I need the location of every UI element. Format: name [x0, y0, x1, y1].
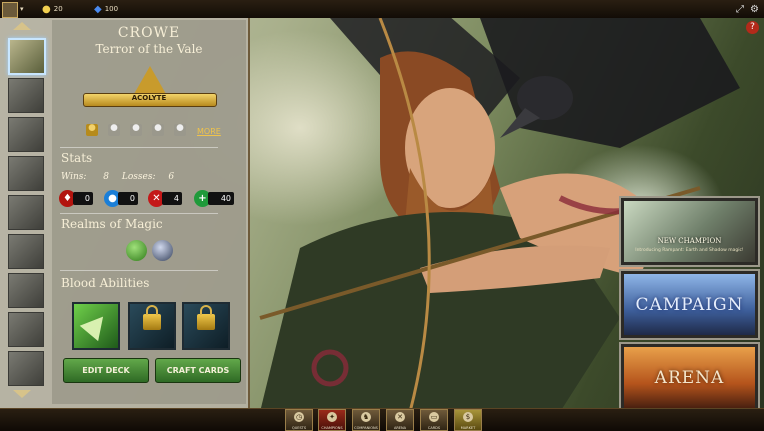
- nav-champions[interactable]: ✦ CHAMPIONS: [318, 409, 346, 431]
- nav-market[interactable]: $ MARKET: [454, 409, 482, 431]
- ability-slot-locked[interactable]: [182, 302, 230, 350]
- top-bar: ▾ ● 20 ◆ 100 ⤢ ⚙: [0, 0, 764, 19]
- rank-pip-icon: [130, 124, 142, 136]
- champion-thumb[interactable]: [8, 117, 44, 152]
- nav-cards[interactable]: ▭ CARDS: [420, 409, 448, 431]
- craft-cards-button[interactable]: CRAFT CARDS: [155, 358, 241, 383]
- help-icon[interactable]: ?: [746, 21, 759, 34]
- player-avatar[interactable]: [2, 2, 18, 18]
- wins-value: 8: [103, 172, 110, 182]
- losses-value: 6: [168, 172, 175, 182]
- more-ranks-link[interactable]: MORE: [197, 127, 221, 136]
- champions-icon: ✦: [327, 412, 337, 422]
- wins-losses: Wins: 8 Losses: 6: [61, 172, 174, 182]
- mana-value: 0: [118, 191, 138, 205]
- ability-slot-arrow[interactable]: [72, 302, 120, 350]
- champion-list: [4, 22, 46, 402]
- rank-pip-icon: [174, 124, 186, 136]
- blood-value: 0: [73, 191, 93, 205]
- gold-icon: ●: [42, 3, 51, 15]
- divider: [60, 270, 218, 271]
- divider: [60, 147, 218, 148]
- earth-magic-icon[interactable]: [126, 240, 147, 261]
- gem-icon: ◆: [94, 3, 102, 15]
- rank-pip-icon: [108, 124, 120, 136]
- quests-icon: ◷: [294, 412, 304, 422]
- arena-label: ARENA: [654, 367, 725, 388]
- divider: [60, 213, 218, 214]
- gem-counter: ◆ 100: [94, 2, 118, 16]
- rank-pip-icon: [152, 124, 164, 136]
- menu-dropdown[interactable]: ▾: [20, 2, 24, 16]
- champion-thumb[interactable]: [8, 156, 44, 191]
- arena-tile[interactable]: ARENA: [621, 344, 758, 411]
- companions-icon: ♞: [361, 412, 371, 422]
- chevron-down-icon[interactable]: ▾: [20, 5, 24, 13]
- kills-stat: ✕ 4: [148, 189, 182, 207]
- edit-deck-button[interactable]: EDIT DECK: [63, 358, 149, 383]
- expand-icon[interactable]: ⤢: [736, 2, 744, 16]
- losses-label: Losses:: [121, 172, 156, 182]
- champion-thumb[interactable]: [8, 38, 46, 75]
- gold-value: 20: [53, 5, 63, 13]
- crossed-swords-icon: ✕: [395, 412, 405, 422]
- new-champion-tile[interactable]: NEW CHAMPION Introducing Rampant: Earth …: [621, 198, 758, 265]
- rank-pip-icon: [86, 124, 98, 136]
- arrow-ability-icon: [79, 308, 113, 342]
- champion-thumb[interactable]: [8, 234, 44, 269]
- ability-slot-locked[interactable]: [128, 302, 176, 350]
- champion-title: Terror of the Vale: [95, 42, 203, 56]
- rank-label: ACOLYTE: [131, 94, 167, 102]
- mana-stat: ● 0: [104, 189, 138, 207]
- cards-icon: ▭: [429, 412, 439, 422]
- campaign-tile[interactable]: CAMPAIGN: [621, 271, 758, 338]
- champion-thumb[interactable]: [8, 78, 44, 113]
- new-champion-label: NEW CHAMPION: [657, 237, 722, 245]
- champion-thumb[interactable]: [8, 273, 44, 308]
- nav-quests[interactable]: ◷ QUESTS: [285, 409, 313, 431]
- market-icon: $: [463, 412, 473, 422]
- champion-thumb[interactable]: [8, 351, 44, 386]
- gem-value: 100: [104, 5, 119, 13]
- rank-emblem-icon: [134, 66, 166, 94]
- campaign-label: CAMPAIGN: [635, 294, 744, 315]
- nav-arena[interactable]: ✕ ARENA: [386, 409, 414, 431]
- rank-pips: [86, 124, 186, 136]
- bottom-nav: [0, 408, 764, 431]
- nav-companions[interactable]: ♞ COMPANIONS: [352, 409, 380, 431]
- champion-name: CROWE: [117, 25, 181, 41]
- scroll-down-arrow-icon[interactable]: [13, 390, 31, 398]
- blood-stat: ♦ 0: [59, 189, 93, 207]
- lock-icon: [143, 305, 161, 330]
- new-champion-subtitle: Introducing Rampant: Earth and Shadow ma…: [635, 248, 744, 253]
- settings-icon[interactable]: ⚙: [750, 2, 759, 16]
- champion-thumb[interactable]: [8, 312, 44, 347]
- gold-counter: ● 20: [42, 2, 63, 16]
- kills-value: 4: [162, 191, 182, 205]
- wins-label: Wins:: [61, 172, 87, 182]
- champion-thumb[interactable]: [8, 195, 44, 230]
- stats-heading: Stats: [61, 151, 93, 165]
- shadow-magic-icon[interactable]: [152, 240, 173, 261]
- realms-heading: Realms of Magic: [61, 217, 163, 231]
- heal-stat: + 40: [194, 189, 234, 207]
- blood-abilities-heading: Blood Abilities: [61, 276, 150, 290]
- lock-icon: [197, 305, 215, 330]
- heal-value: 40: [208, 191, 234, 205]
